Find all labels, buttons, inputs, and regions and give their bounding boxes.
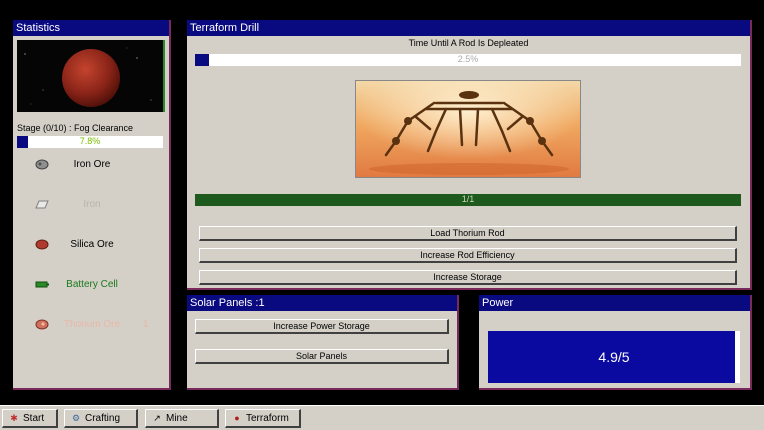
iron-ingot-icon <box>35 199 49 210</box>
resource-row: Battery Cell <box>17 275 165 295</box>
crafting-button[interactable]: ⚙ Crafting <box>64 409 138 428</box>
resource-row: Iron <box>17 195 165 215</box>
resource-name: Iron Ore <box>73 159 111 170</box>
rod-count-bar: 1/1 <box>195 194 741 206</box>
solar-panels-button[interactable]: Solar Panels <box>195 349 449 364</box>
rod-timer-bar: 2.5% <box>195 54 741 66</box>
terraform-title: Terraform Drill <box>187 20 750 36</box>
resource-name: Iron <box>83 199 101 210</box>
resource-name: Battery Cell <box>66 279 118 290</box>
power-value: 4.9/5 <box>598 349 630 365</box>
planet-image <box>24 47 152 107</box>
drill-image <box>355 80 581 178</box>
start-icon: ✱ <box>10 413 18 423</box>
resource-name: Thorium Ore <box>63 319 121 330</box>
stage-progress-text: 7.8% <box>79 136 101 146</box>
increase-rod-efficiency-button[interactable]: Increase Rod Efficiency <box>199 248 737 263</box>
resource-row: Silica Ore <box>17 235 165 255</box>
rod-timer-label: Time Until A Rod Is Depleated <box>408 38 529 48</box>
solar-panel: Solar Panels :1 Increase Power Storage S… <box>187 295 459 390</box>
pickaxe-icon: ↗ <box>153 413 161 423</box>
rod-count-text: 1/1 <box>461 194 475 204</box>
terraform-panel: Terraform Drill Time Until A Rod Is Depl… <box>187 20 752 290</box>
resource-row: Iron Ore <box>17 155 165 175</box>
resource-name: Silica Ore <box>70 239 114 250</box>
mine-button[interactable]: ↗ Mine <box>145 409 219 428</box>
power-title: Power <box>479 295 750 311</box>
crafting-icon: ⚙ <box>71 413 81 423</box>
power-meter: 4.9/5 <box>488 331 740 383</box>
solar-title: Solar Panels :1 <box>187 295 457 311</box>
increase-storage-button[interactable]: Increase Storage <box>199 270 737 285</box>
resource-row: Thorium Ore 1 <box>17 315 165 335</box>
statistics-panel: Statistics Stage (0/10) : Fog Clearance … <box>13 20 171 390</box>
planet-view <box>17 40 165 112</box>
statistics-title: Statistics <box>13 20 169 36</box>
stage-label: Stage (0/10) : Fog Clearance <box>17 123 134 133</box>
thorium-ore-icon <box>35 319 49 330</box>
increase-power-storage-button[interactable]: Increase Power Storage <box>195 319 449 334</box>
taskbar: ✱ Start ⚙ Crafting ↗ Mine ● Terraform <box>0 405 764 430</box>
load-thorium-rod-button[interactable]: Load Thorium Rod <box>199 226 737 241</box>
power-panel: Power 4.9/5 <box>479 295 752 390</box>
iron-ore-icon <box>35 159 49 170</box>
start-button[interactable]: ✱ Start <box>2 409 58 428</box>
resource-quantity: 1 <box>143 319 149 330</box>
terraform-button[interactable]: ● Terraform <box>225 409 301 428</box>
stage-progress-bar: 7.8% <box>17 136 163 148</box>
battery-icon <box>35 279 49 290</box>
terraform-icon: ● <box>234 413 240 423</box>
silica-ore-icon <box>35 239 49 250</box>
rod-timer-text: 2.5% <box>457 54 479 64</box>
